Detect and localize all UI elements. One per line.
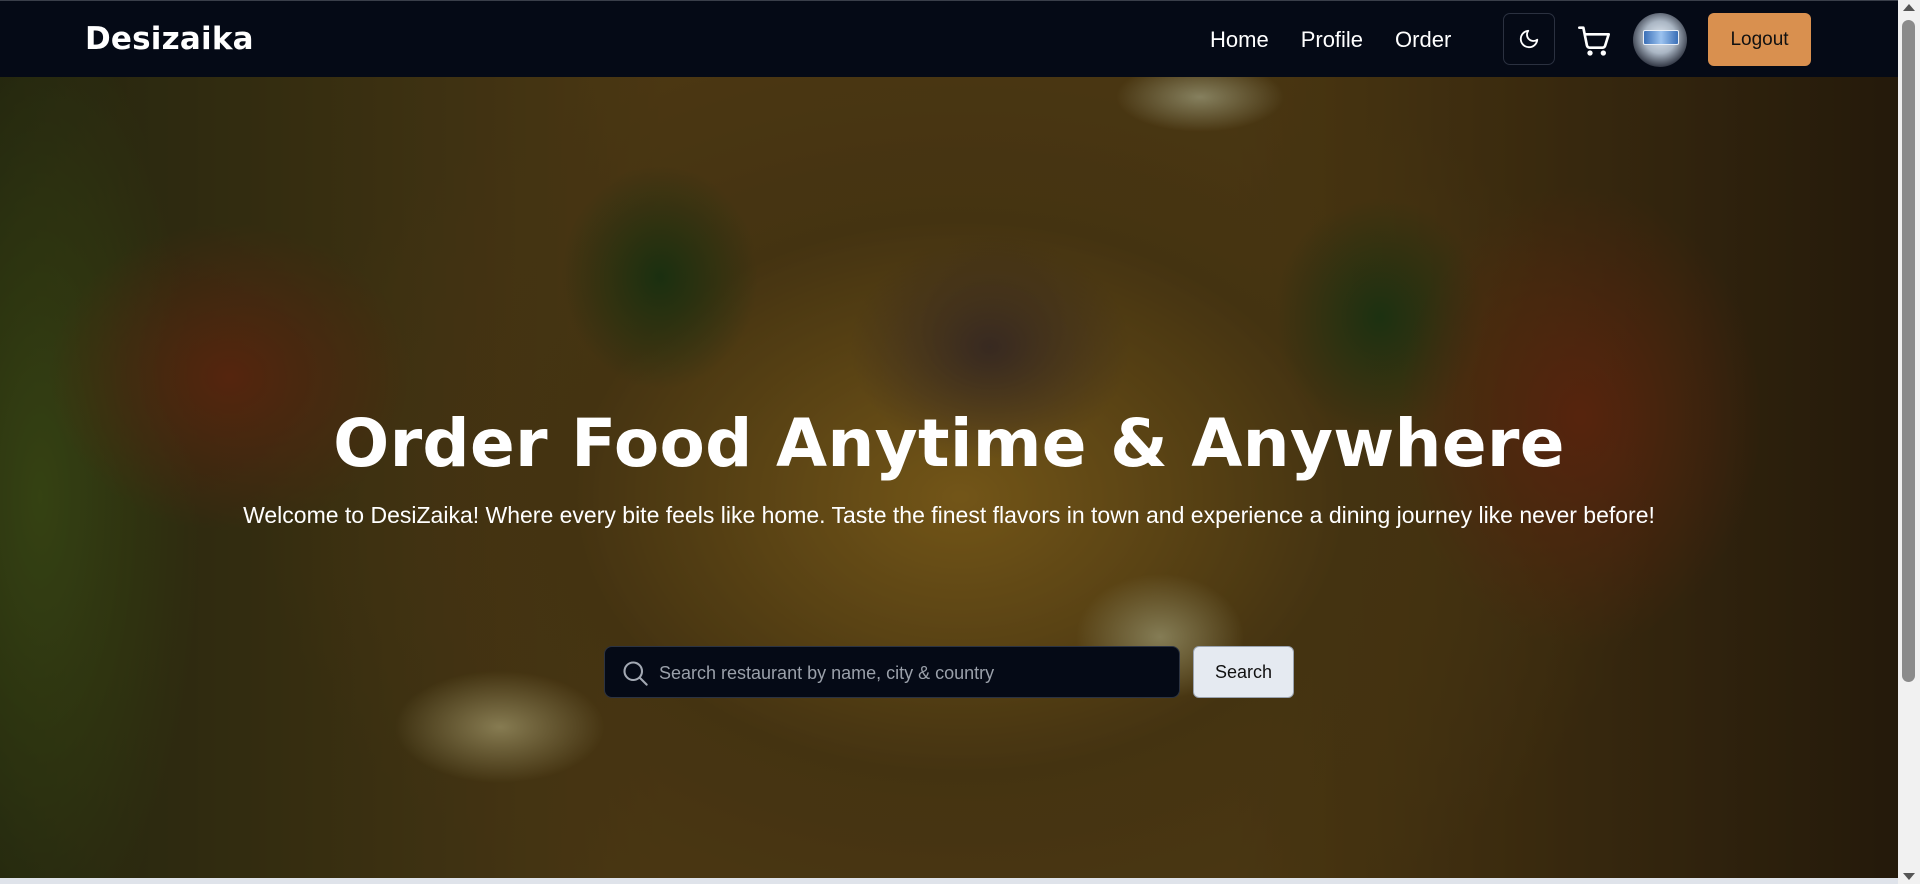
cart-icon[interactable] — [1578, 25, 1610, 57]
logout-button[interactable]: Logout — [1708, 13, 1811, 66]
brand-logo[interactable]: Desizaika — [85, 21, 254, 57]
navbar: Desizaika Home Profile Order Logout — [0, 0, 1898, 77]
search-button[interactable]: Search — [1193, 646, 1294, 698]
vertical-scrollbar[interactable] — [1898, 0, 1920, 884]
search-icon — [623, 661, 648, 686]
scroll-up-arrow-icon[interactable] — [1903, 4, 1915, 11]
search-input[interactable] — [657, 647, 1171, 699]
hero-title: Order Food Anytime & Anywhere — [333, 405, 1565, 482]
hero-subtitle: Welcome to DesiZaika! Where every bite f… — [243, 502, 1655, 528]
user-avatar[interactable] — [1633, 13, 1687, 67]
nav-home-link[interactable]: Home — [1210, 27, 1269, 53]
nav-order-link[interactable]: Order — [1395, 27, 1451, 53]
theme-toggle-button[interactable] — [1503, 13, 1555, 65]
search-bar[interactable] — [604, 646, 1180, 699]
hero-banner: Order Food Anytime & Anywhere Welcome to… — [0, 77, 1898, 878]
scrollbar-thumb[interactable] — [1902, 20, 1915, 682]
avatar-image — [1643, 30, 1679, 45]
moon-icon — [1519, 29, 1539, 49]
nav-profile-link[interactable]: Profile — [1301, 27, 1363, 53]
scroll-down-arrow-icon[interactable] — [1903, 873, 1915, 880]
nav-links: Home Profile Order — [1210, 27, 1451, 53]
page-bottom-edge — [0, 878, 1898, 884]
